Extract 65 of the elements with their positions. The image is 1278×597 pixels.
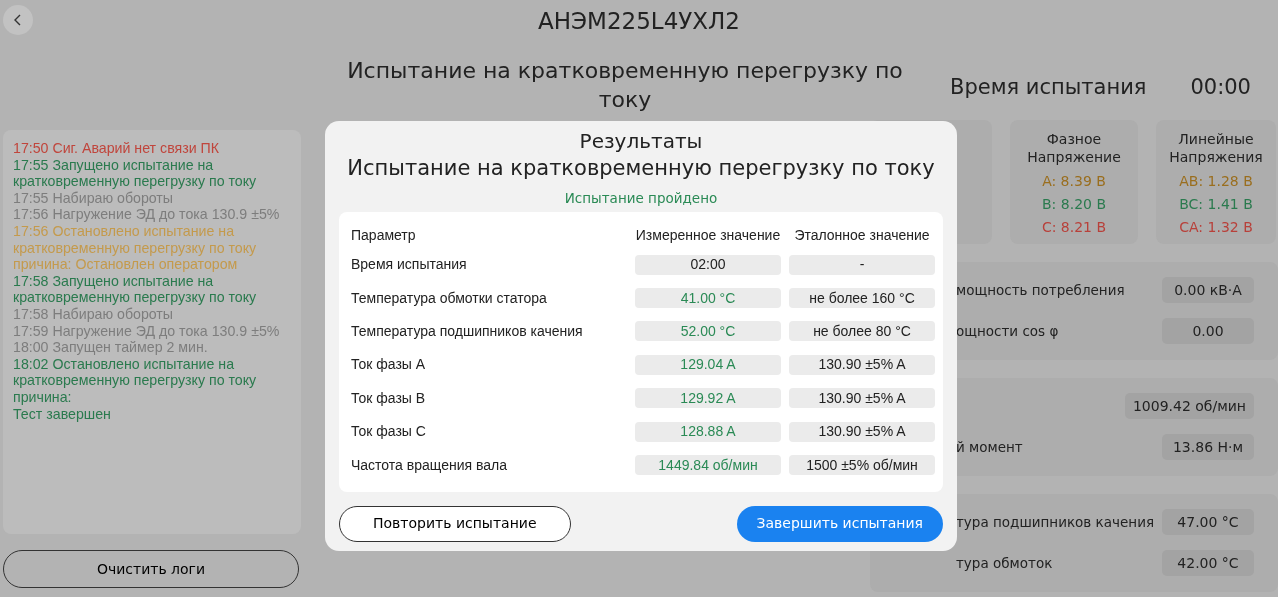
measured-value: 1449.84 об/мин [635,455,781,476]
repeat-button[interactable]: Повторить испытание [339,505,571,542]
log-entry: 18:02 Остановлено испытание на кратковременную перегрузку по току причина: Тест завершен [13,355,258,423]
log-entry: 17:56 Остановлено испытание на кратковременную перегрузку по току причина: Остановлен оператором [13,222,258,273]
column-header: Измеренное значение [635,225,781,245]
parameter-label: Температура подшипников качения [351,321,584,341]
value-field: 13.86 Н·м [1162,434,1254,460]
log-entry: 17:55 Запущено испытание на кратковременную перегрузку по току [13,156,258,190]
voltage-reading: CA: 1.32 B [1178,217,1254,237]
parameter-label: Частота вращения вала [351,455,508,475]
column-header: Параметр [351,225,417,245]
reference-value: 130.90 ±5% A [789,354,935,375]
measured-value: 41.00 °C [635,288,781,309]
dialog-subtitle: Испытание на кратковременную перегрузку по току [346,155,936,182]
reference-value: 1500 ±5% об/мин [789,455,935,476]
back-icon [14,14,22,26]
voltage-reading: AB: 1.28 B [1178,171,1254,191]
reference-value: - [789,254,935,275]
card-title: Линейные Напряжения [1168,129,1264,166]
timer-value: 00:00 [1190,74,1251,101]
reference-value: 130.90 ±5% A [789,421,935,442]
voltage-reading: BC: 1.41 B [1178,194,1254,214]
page-title: АНЭМ225L4УХЛ2 [538,8,740,36]
parameter-label: ощности cos φ [956,321,1059,341]
log-entry: 17:58 Набираю обороты [13,305,175,323]
parameter-label: Ток фазы A [351,355,427,375]
finish-button[interactable]: Завершить испытания [736,505,943,542]
reference-value: не более 160 °C [789,288,935,309]
log-entry: 17:59 Нагружение ЭД до тока 130.9 ±5% [13,322,281,340]
log-entry: 17:50 Сиг. Аварий нет связи ПК [13,140,221,157]
log-entry: 17:55 Набираю обороты [13,189,175,207]
back-button[interactable] [3,5,33,35]
value-field: 42.00 °C [1162,550,1254,576]
reference-value: 130.90 ±5% A [789,388,935,409]
value-field: 47.00 °C [1162,509,1254,535]
parameter-label: тура обмоток [956,553,1053,573]
value-field: 0.00 [1162,318,1254,344]
voltage-reading: C: 8.21 B [1040,217,1108,237]
parameter-label: Температура обмотки статора [351,288,548,308]
timer-label: Время испытания [950,74,1147,101]
column-header: Эталонное значение [793,225,931,245]
parameter-label: мощность потребления [956,280,1125,300]
parameter-label: Время испытания [351,255,468,275]
measured-value: 129.92 A [635,388,781,409]
parameter-label: Ток фазы B [351,388,427,408]
measured-value: 128.88 A [635,421,781,442]
reference-value: не более 80 °C [789,321,935,342]
voltage-reading: B: 8.20 B [1041,194,1107,214]
parameter-label: й момент [956,437,1023,457]
measured-value: 52.00 °C [635,321,781,342]
card-title: Фазное Напряжение [1026,129,1122,166]
test-title: Испытание на кратковременную перегрузку по току [346,57,904,114]
measured-value: 129.04 A [635,354,781,375]
parameter-label: тура подшипников качения [956,512,1155,532]
dialog-title: Результаты [578,129,704,153]
log-entry: 17:58 Запущено испытание на кратковременную перегрузку по току [13,272,258,306]
measured-value: 02:00 [635,254,781,275]
log-entry: 18:00 Запущен таймер 2 мин. [13,339,209,356]
status-text: Испытание пройдено [563,189,719,207]
voltage-reading: A: 8.39 B [1041,171,1107,191]
value-field: 0.00 кВ·А [1162,277,1254,303]
value-field: 1009.42 об/мин [1124,393,1254,419]
clear-logs-button[interactable]: Очистить логи [3,550,299,588]
parameter-label: Ток фазы C [351,422,427,442]
log-entry: 17:56 Нагружение ЭД до тока 130.9 ±5% [13,206,281,223]
